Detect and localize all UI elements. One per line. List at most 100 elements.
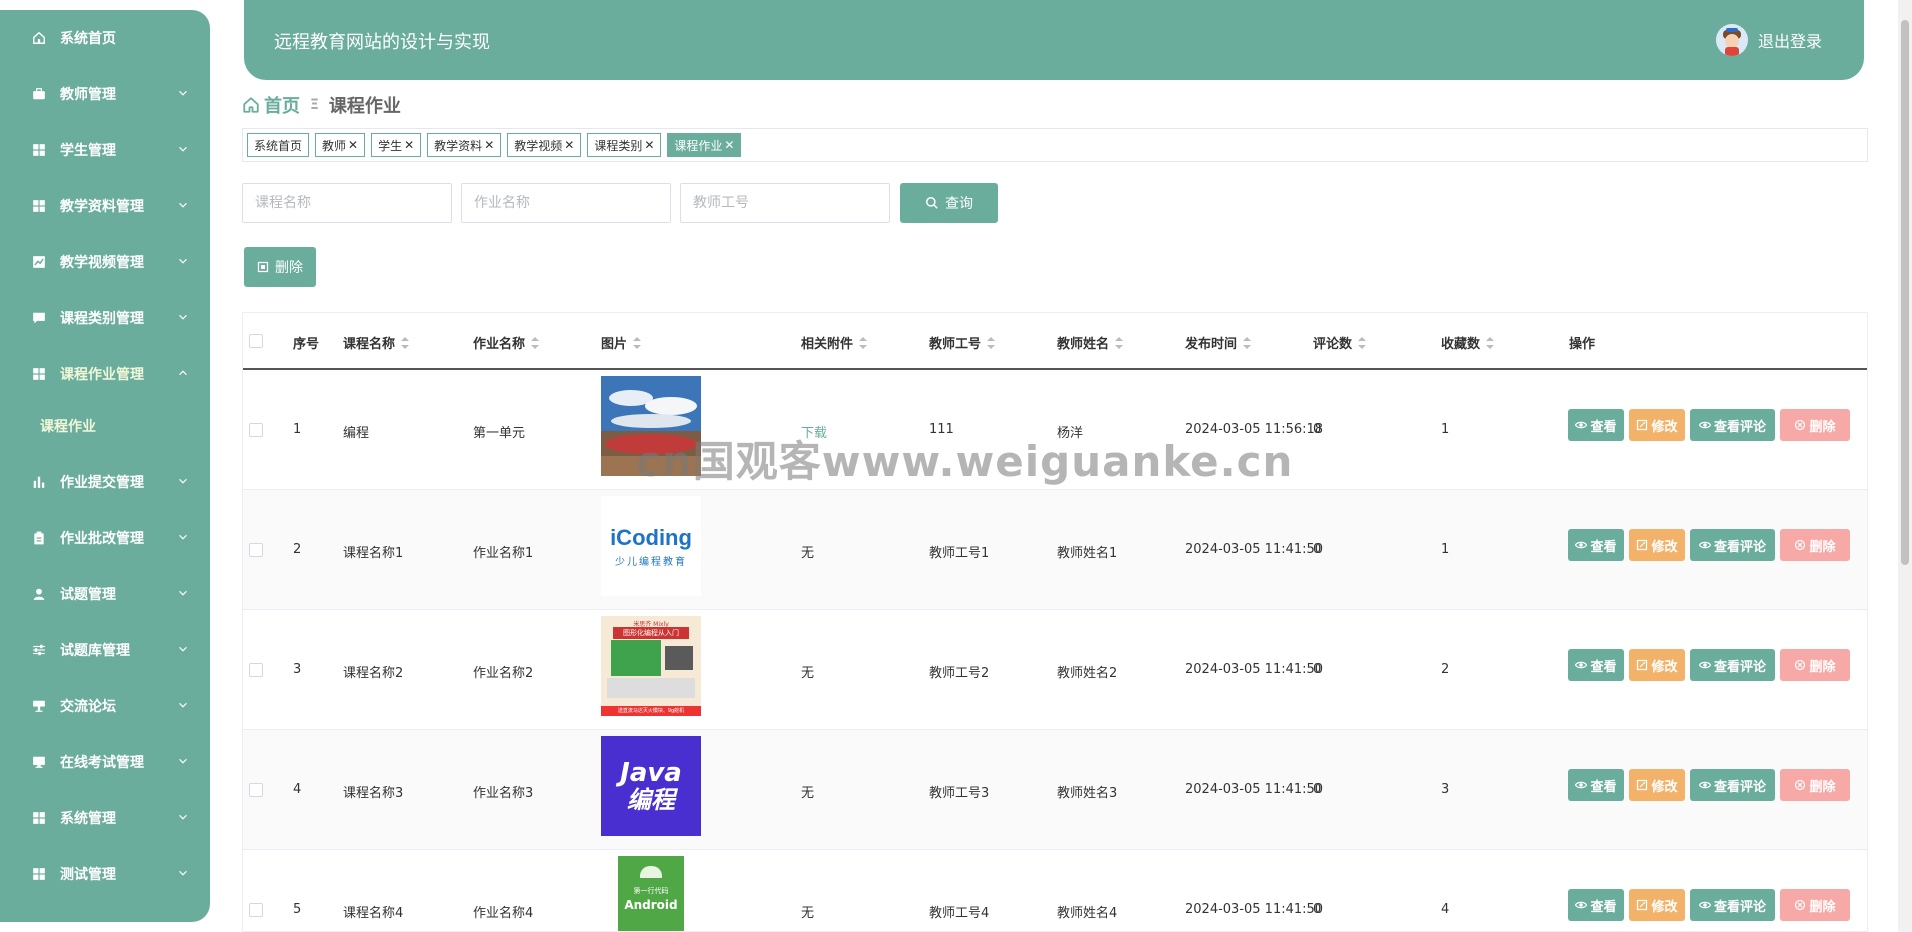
homework-image[interactable] — [601, 376, 701, 476]
homework-image[interactable]: Java 编程 — [601, 736, 701, 836]
sidebar-item-15[interactable]: 测试管理 — [0, 856, 210, 892]
scrollbar-thumb[interactable] — [1901, 20, 1909, 565]
view-comments-button[interactable]: 查看评论 — [1690, 409, 1775, 441]
tab-tag-7[interactable]: 课程作业 ✕ — [667, 133, 742, 157]
sort-icon[interactable] — [1486, 336, 1495, 349]
close-icon[interactable]: ✕ — [404, 138, 414, 152]
view-comments-button[interactable]: 查看评论 — [1690, 649, 1775, 681]
column-header-label: 教师工号 — [929, 337, 982, 352]
sort-icon[interactable] — [987, 336, 996, 349]
edit-button[interactable]: 修改 — [1629, 769, 1685, 801]
column-header-label: 评论数 — [1313, 337, 1353, 352]
homework-image[interactable]: 第一行代码 Android — [601, 856, 701, 931]
view-comments-button[interactable]: 查看评论 — [1690, 529, 1775, 561]
edit-button[interactable]: 修改 — [1629, 409, 1685, 441]
homework-name-input[interactable] — [461, 183, 671, 223]
sidebar-item-9[interactable]: 作业批改管理 — [0, 520, 210, 556]
column-header-3[interactable]: 作业名称 — [473, 333, 540, 352]
action-label: 修改 — [1651, 899, 1678, 915]
edit-button[interactable]: 修改 — [1629, 529, 1685, 561]
sidebar-item-11[interactable]: 试题库管理 — [0, 632, 210, 668]
sidebar-item-14[interactable]: 系统管理 — [0, 800, 210, 836]
sort-icon[interactable] — [1358, 336, 1367, 349]
sidebar-item-1[interactable]: 系统首页 — [0, 20, 210, 56]
sidebar-item-3[interactable]: 学生管理 — [0, 132, 210, 168]
view-comments-button[interactable]: 查看评论 — [1690, 889, 1775, 921]
sidebar-item-4[interactable]: 教学资料管理 — [0, 188, 210, 224]
breadcrumb-home-label: 首页 — [264, 96, 300, 117]
view-button[interactable]: 查看 — [1568, 529, 1624, 561]
delete-button[interactable]: 删除 — [1780, 529, 1850, 561]
sidebar-item-8[interactable]: 作业提交管理 — [0, 464, 210, 500]
row-checkbox[interactable] — [249, 903, 263, 917]
delete-button[interactable]: 删除 — [1780, 769, 1850, 801]
sidebar-subitem-homework[interactable]: 课程作业 — [0, 410, 210, 442]
close-icon[interactable]: ✕ — [724, 138, 734, 152]
sort-icon[interactable] — [401, 336, 410, 349]
logout-button[interactable]: 退出登录 — [1715, 24, 1822, 56]
table-row: 4 课程名称3 作业名称3 无 教师工号3 教师姓名3 2024-03-05 11:41:5… — [243, 730, 1867, 850]
sort-icon[interactable] — [633, 336, 642, 349]
cell-homework: 作业名称4 — [473, 906, 534, 921]
app-title: 远程教育网站的设计与实现 — [274, 32, 490, 53]
tab-tag-4[interactable]: 教学资料 ✕ — [427, 133, 502, 157]
column-header-8[interactable]: 发布时间 — [1185, 333, 1252, 352]
page-scrollbar[interactable] — [1898, 0, 1912, 932]
tab-tag-6[interactable]: 课程类别 ✕ — [587, 133, 662, 157]
sort-icon[interactable] — [531, 336, 540, 349]
close-icon[interactable]: ✕ — [484, 138, 494, 152]
tab-tag-1[interactable]: 系统首页 — [247, 133, 310, 157]
column-header-10[interactable]: 收藏数 — [1441, 333, 1495, 352]
sidebar-item-13[interactable]: 在线考试管理 — [0, 744, 210, 780]
teacher-id-input[interactable] — [680, 183, 890, 223]
delete-button[interactable]: 删除 — [1780, 409, 1850, 441]
row-checkbox[interactable] — [249, 423, 263, 437]
cell-attachment: 无 — [801, 786, 815, 801]
sidebar-item-7[interactable]: 课程作业管理 — [0, 356, 210, 392]
column-header-4[interactable]: 图片 — [601, 333, 642, 352]
row-checkbox[interactable] — [249, 543, 263, 557]
select-all-checkbox[interactable] — [249, 334, 263, 348]
view-button[interactable]: 查看 — [1568, 769, 1624, 801]
sidebar-item-12[interactable]: 交流论坛 — [0, 688, 210, 724]
tab-tag-5[interactable]: 教学视频 ✕ — [507, 133, 582, 157]
sort-icon[interactable] — [859, 336, 868, 349]
cell-index: 2 — [293, 542, 302, 557]
delete-button[interactable]: 删除 — [1780, 889, 1850, 921]
column-header-2[interactable]: 课程名称 — [343, 333, 410, 352]
homework-image[interactable]: iCoding 少儿编程教育 — [601, 496, 701, 596]
sort-icon[interactable] — [1115, 336, 1124, 349]
view-button[interactable]: 查看 — [1568, 649, 1624, 681]
view-button[interactable]: 查看 — [1568, 889, 1624, 921]
java-line2-text: 编程 — [627, 786, 675, 814]
action-label: 修改 — [1651, 779, 1678, 795]
edit-button[interactable]: 修改 — [1629, 649, 1685, 681]
cell-attachment[interactable]: 下载 — [801, 422, 827, 441]
tab-tag-3[interactable]: 学生 ✕ — [371, 133, 422, 157]
column-header-5[interactable]: 相关附件 — [801, 333, 868, 352]
sidebar-item-2[interactable]: 教师管理 — [0, 76, 210, 112]
course-name-input[interactable] — [242, 183, 452, 223]
tab-tag-2[interactable]: 教师 ✕ — [315, 133, 366, 157]
sidebar-item-5[interactable]: 教学视频管理 — [0, 244, 210, 280]
delete-button[interactable]: 删除 — [1780, 649, 1850, 681]
view-button[interactable]: 查看 — [1568, 409, 1624, 441]
close-icon[interactable]: ✕ — [348, 138, 358, 152]
column-header-6[interactable]: 教师工号 — [929, 333, 996, 352]
close-icon[interactable]: ✕ — [564, 138, 574, 152]
row-checkbox[interactable] — [249, 663, 263, 677]
batch-delete-button[interactable]: 删除 — [244, 247, 316, 287]
close-icon[interactable]: ✕ — [644, 138, 654, 152]
sidebar-item-6[interactable]: 课程类别管理 — [0, 300, 210, 336]
sort-icon[interactable] — [1243, 336, 1252, 349]
edit-button[interactable]: 修改 — [1629, 889, 1685, 921]
column-header-7[interactable]: 教师姓名 — [1057, 333, 1124, 352]
column-header-9[interactable]: 评论数 — [1313, 333, 1367, 352]
row-checkbox[interactable] — [249, 783, 263, 797]
view-comments-button[interactable]: 查看评论 — [1690, 769, 1775, 801]
homework-image[interactable]: 米思齐 Mixly 图形化编程从入门 送直流马达灭火模块、9g舵机 — [601, 616, 701, 716]
breadcrumb-home[interactable]: 首页 — [242, 92, 300, 118]
sidebar-item-10[interactable]: 试题管理 — [0, 576, 210, 612]
chevron-down-icon — [176, 754, 190, 768]
query-button[interactable]: 查询 — [900, 183, 998, 223]
